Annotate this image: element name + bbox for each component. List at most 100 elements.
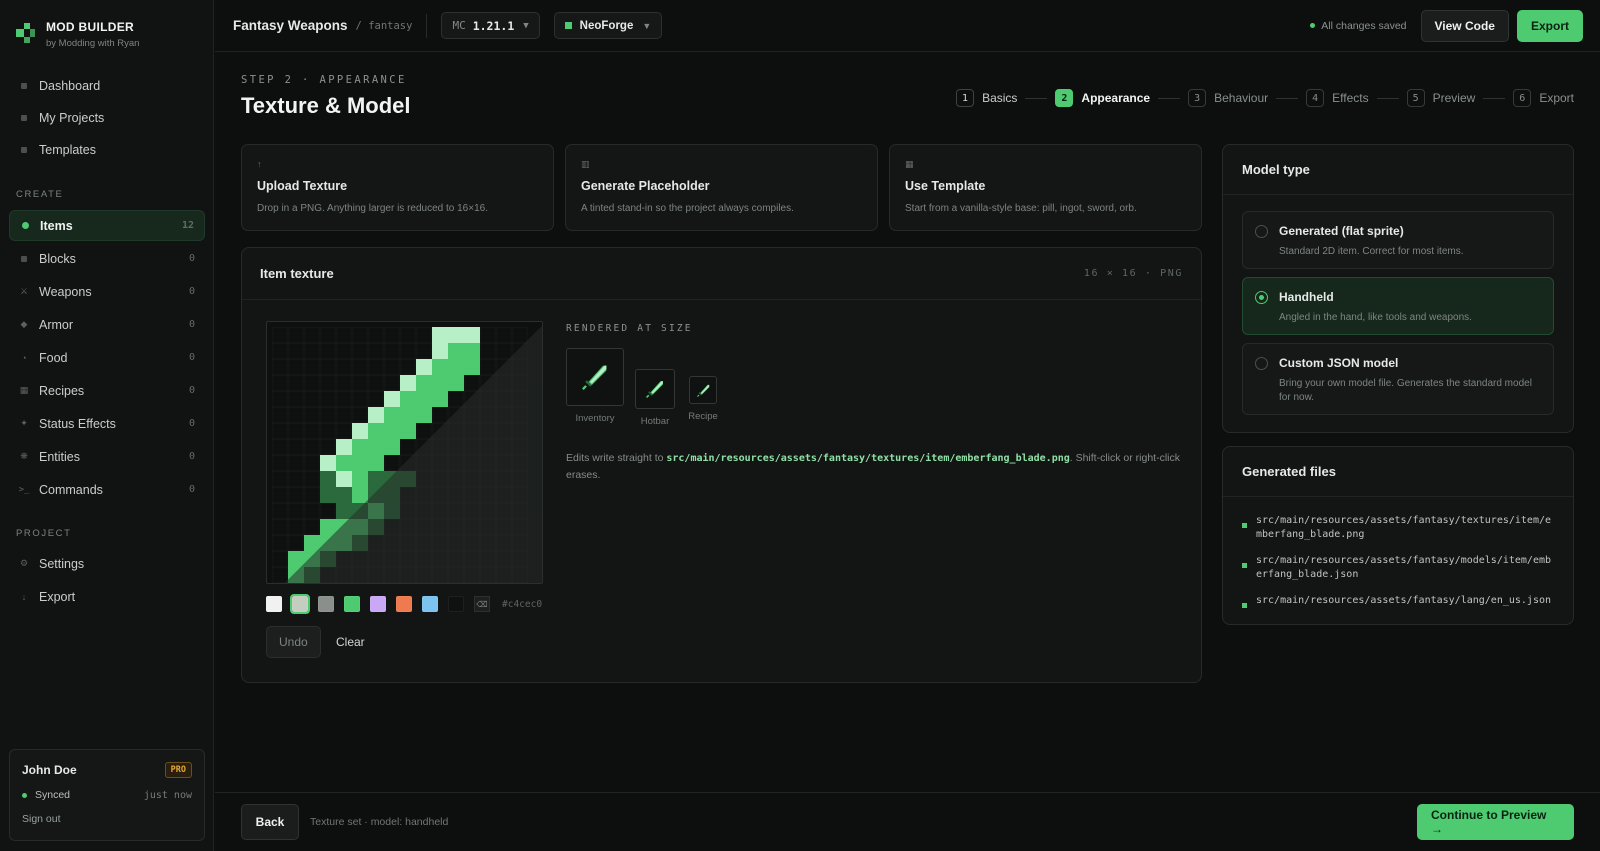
pixel-cell[interactable] <box>448 535 464 551</box>
pixel-cell[interactable] <box>384 535 400 551</box>
pixel-cell[interactable] <box>464 535 480 551</box>
pixel-cell[interactable] <box>480 359 496 375</box>
clear-button[interactable]: Clear <box>336 626 365 658</box>
radio-selected-icon[interactable] <box>1255 291 1268 304</box>
pixel-cell[interactable] <box>304 567 320 583</box>
pixel-cell[interactable] <box>384 439 400 455</box>
pixel-cell[interactable] <box>352 551 368 567</box>
pixel-cell[interactable] <box>336 487 352 503</box>
pixel-cell[interactable] <box>336 439 352 455</box>
pixel-cell[interactable] <box>288 391 304 407</box>
pixel-cell[interactable] <box>496 375 512 391</box>
pixel-cell[interactable] <box>448 471 464 487</box>
pixel-cell[interactable] <box>480 567 496 583</box>
pixel-cell[interactable] <box>432 439 448 455</box>
pixel-cell[interactable] <box>512 391 528 407</box>
pixel-cell[interactable] <box>400 359 416 375</box>
pixel-cell[interactable] <box>368 423 384 439</box>
pixel-cell[interactable] <box>368 439 384 455</box>
pixel-cell[interactable] <box>336 343 352 359</box>
pixel-cell[interactable] <box>464 503 480 519</box>
pixel-cell[interactable] <box>368 503 384 519</box>
pixel-cell[interactable] <box>352 471 368 487</box>
pixel-cell[interactable] <box>416 359 432 375</box>
pixel-cell[interactable] <box>384 407 400 423</box>
pixel-cell[interactable] <box>352 535 368 551</box>
pixel-cell[interactable] <box>480 519 496 535</box>
sign-out-link[interactable]: Sign out <box>22 813 192 825</box>
pixel-cell[interactable] <box>384 423 400 439</box>
pixel-cell[interactable] <box>336 471 352 487</box>
pixel-cell[interactable] <box>432 423 448 439</box>
pixel-cell[interactable] <box>368 327 384 343</box>
pixel-cell[interactable] <box>512 535 528 551</box>
pixel-cell[interactable] <box>384 519 400 535</box>
pixel-cell[interactable] <box>480 535 496 551</box>
pixel-cell[interactable] <box>464 407 480 423</box>
pixel-cell[interactable] <box>304 487 320 503</box>
pixel-cell[interactable] <box>320 487 336 503</box>
pixel-cell[interactable] <box>336 519 352 535</box>
view-code-button[interactable]: View Code <box>1420 9 1509 42</box>
pixel-cell[interactable] <box>464 375 480 391</box>
pixel-cell[interactable] <box>512 567 528 583</box>
pixel-cell[interactable] <box>432 551 448 567</box>
pixel-cell[interactable] <box>400 343 416 359</box>
pixel-cell[interactable] <box>400 327 416 343</box>
pixel-cell[interactable] <box>272 519 288 535</box>
eraser-icon[interactable]: ⌫ <box>474 596 490 612</box>
continue-button[interactable]: Continue to Preview → <box>1417 804 1574 840</box>
pixel-cell[interactable] <box>480 407 496 423</box>
pixel-cell[interactable] <box>448 343 464 359</box>
pixel-cell[interactable] <box>400 567 416 583</box>
pixel-cell[interactable] <box>272 567 288 583</box>
pixel-cell[interactable] <box>512 407 528 423</box>
pixel-cell[interactable] <box>272 375 288 391</box>
pixel-cell[interactable] <box>496 439 512 455</box>
radio-icon[interactable] <box>1255 225 1268 238</box>
pixel-cell[interactable] <box>416 343 432 359</box>
generate-placeholder-card[interactable]: ▥ Generate Placeholder A tinted stand-in… <box>565 144 878 231</box>
pixel-cell[interactable] <box>368 471 384 487</box>
pixel-cell[interactable] <box>400 439 416 455</box>
palette-swatch[interactable] <box>318 596 334 612</box>
palette-swatch[interactable] <box>448 596 464 612</box>
export-button[interactable]: Export <box>1516 9 1583 42</box>
pixel-cell[interactable] <box>352 327 368 343</box>
pixel-cell[interactable] <box>400 471 416 487</box>
pixel-cell[interactable] <box>368 359 384 375</box>
pixel-cell[interactable] <box>384 359 400 375</box>
pixel-cell[interactable] <box>464 551 480 567</box>
pixel-cell[interactable] <box>352 455 368 471</box>
pixel-cell[interactable] <box>288 359 304 375</box>
sidebar-item-templates[interactable]: Templates <box>9 134 205 165</box>
pixel-cell[interactable] <box>464 439 480 455</box>
sidebar-item-commands[interactable]: >_ Commands 0 <box>9 474 205 505</box>
pixel-cell[interactable] <box>352 439 368 455</box>
step-basics[interactable]: 1 Basics <box>956 89 1017 107</box>
pixel-cell[interactable] <box>416 567 432 583</box>
pixel-cell[interactable] <box>272 391 288 407</box>
pixel-cell[interactable] <box>320 327 336 343</box>
pixel-cell[interactable] <box>432 487 448 503</box>
pixel-cell[interactable] <box>448 439 464 455</box>
pixel-cell[interactable] <box>272 359 288 375</box>
pixel-cell[interactable] <box>496 407 512 423</box>
pixel-cell[interactable] <box>448 359 464 375</box>
pixel-cell[interactable] <box>336 503 352 519</box>
pixel-cell[interactable] <box>352 343 368 359</box>
pixel-cell[interactable] <box>496 519 512 535</box>
sidebar-item-status-effects[interactable]: ✦ Status Effects 0 <box>9 408 205 439</box>
pixel-cell[interactable] <box>288 519 304 535</box>
pixel-cell[interactable] <box>304 327 320 343</box>
pixel-cell[interactable] <box>352 423 368 439</box>
pixel-cell[interactable] <box>352 359 368 375</box>
pixel-cell[interactable] <box>480 503 496 519</box>
pixel-cell[interactable] <box>272 423 288 439</box>
palette-swatch[interactable] <box>344 596 360 612</box>
pixel-cell[interactable] <box>336 327 352 343</box>
pixel-cell[interactable] <box>272 551 288 567</box>
pixel-cell[interactable] <box>480 551 496 567</box>
pixel-cell[interactable] <box>416 487 432 503</box>
pixel-cell[interactable] <box>448 375 464 391</box>
